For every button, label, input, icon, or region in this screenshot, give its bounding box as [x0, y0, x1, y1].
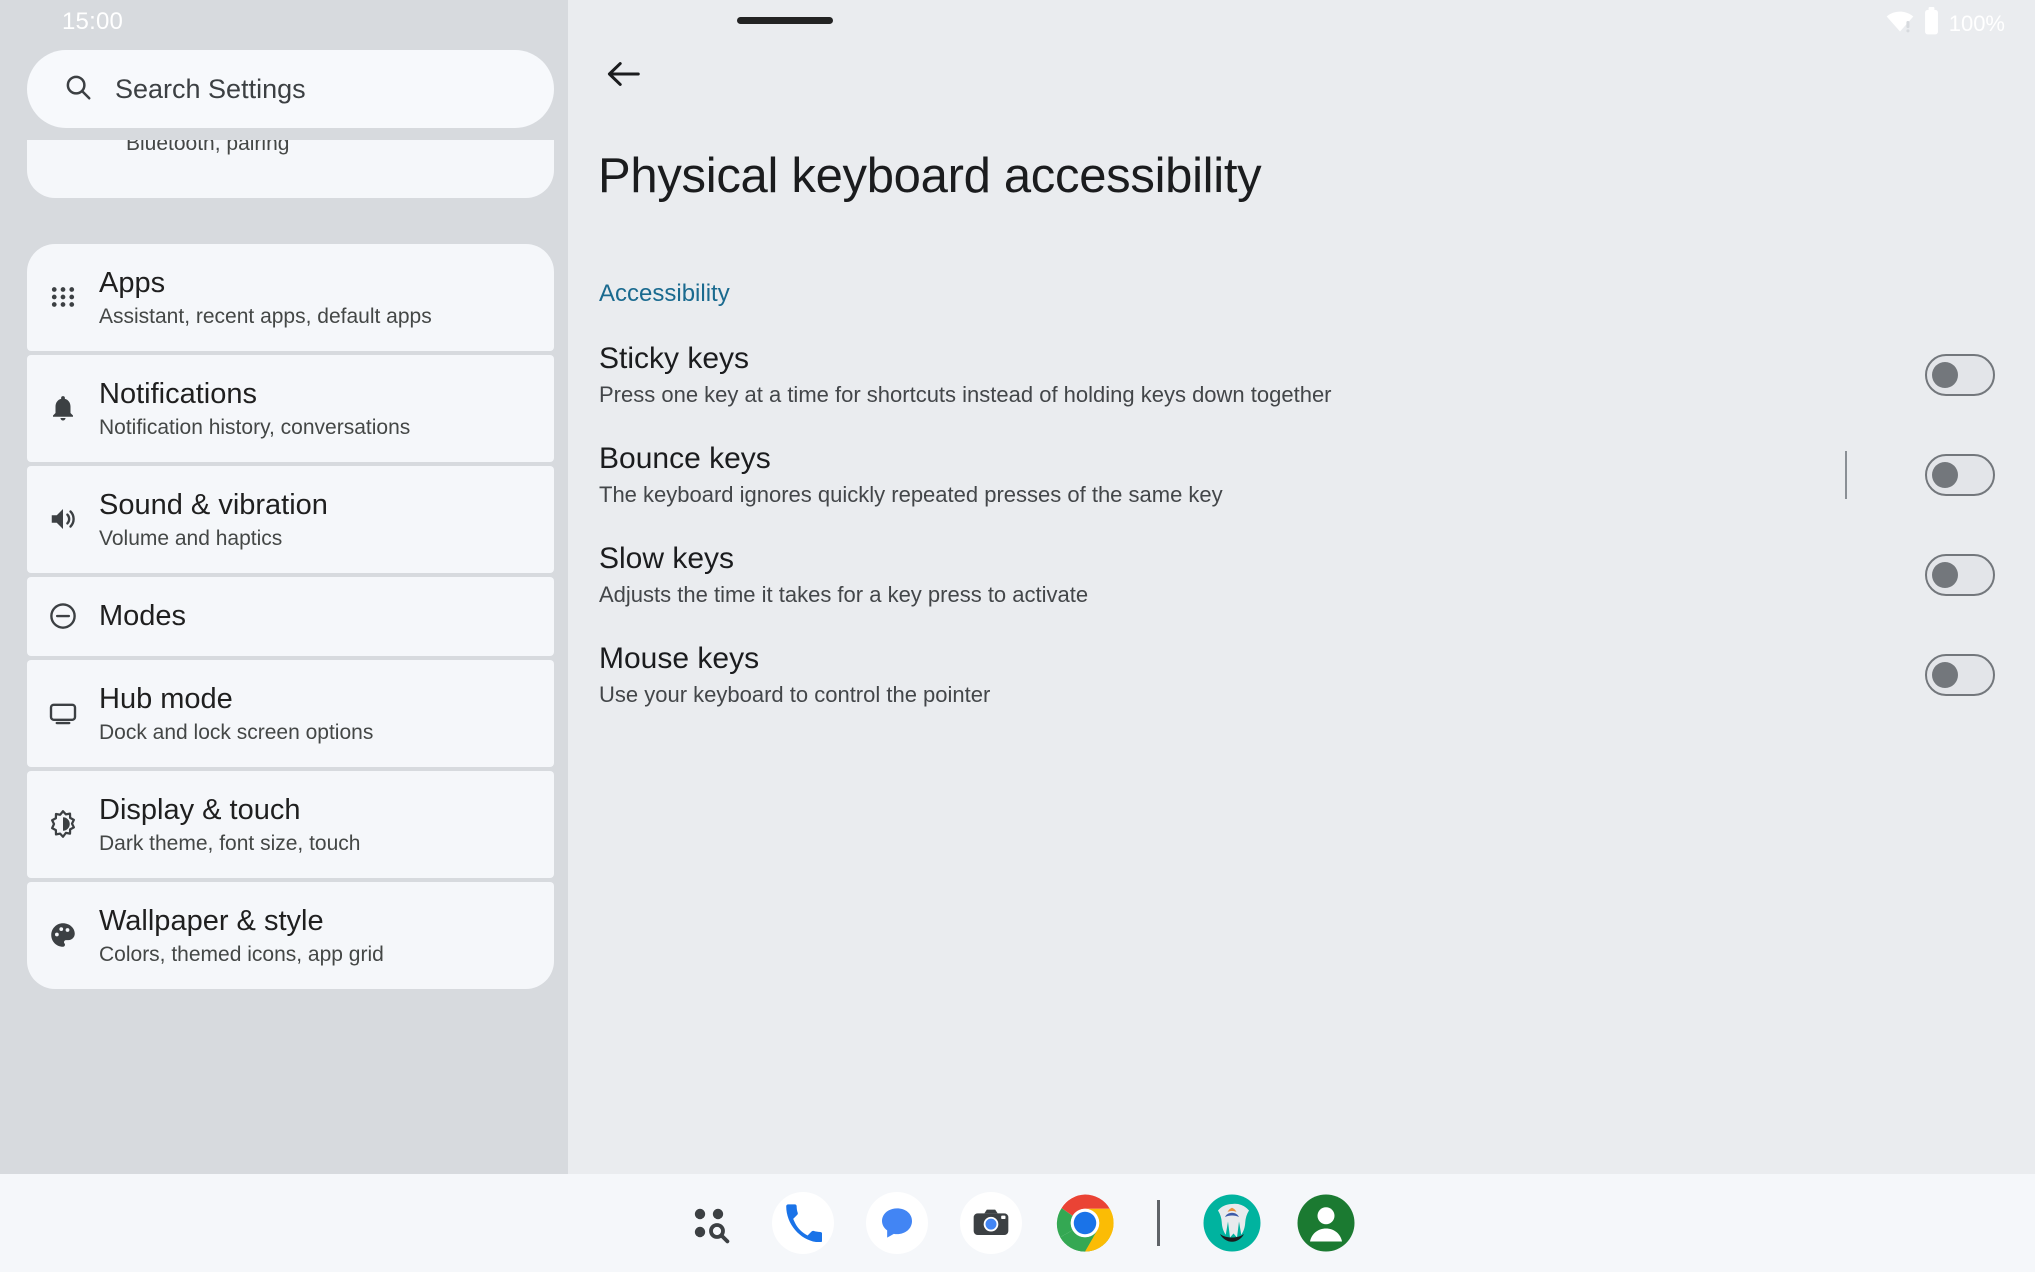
setting-row-sticky-keys[interactable]: Sticky keys Press one key at a time for …: [568, 325, 2035, 425]
setting-row-bounce-keys[interactable]: Bounce keys The keyboard ignores quickly…: [568, 425, 2035, 525]
sidebar-item-title: Modes: [99, 599, 187, 632]
setting-title: Mouse keys: [599, 641, 760, 675]
setting-title: Bounce keys: [599, 441, 771, 475]
main-content-panel: Physical keyboard accessibility Accessib…: [568, 0, 2035, 1174]
sidebar-nav-list: Bluetooth, pairing Apps Assistant, recen…: [27, 140, 554, 993]
sidebar-item-hub-mode[interactable]: Hub mode Dock and lock screen options: [27, 659, 554, 767]
toggle-knob: [1932, 362, 1958, 388]
taskbar-divider: [1157, 1200, 1160, 1246]
brightness-icon: [27, 809, 99, 839]
all-apps-search-icon[interactable]: [677, 1191, 741, 1255]
toggle-knob: [1932, 562, 1958, 588]
setting-control: [1815, 554, 2035, 596]
sidebar-item-subtitle: Assistant, recent apps, default apps: [99, 304, 432, 328]
setting-subtitle: Press one key at a time for shortcuts in…: [599, 382, 1332, 408]
palette-icon: [27, 920, 99, 950]
search-input[interactable]: Search Settings: [115, 74, 306, 105]
setting-divider: [1845, 451, 1847, 499]
setting-title: Slow keys: [599, 541, 735, 575]
sidebar-item-title: Apps: [99, 267, 166, 299]
sidebar-item-subtitle: Colors, themed icons, app grid: [99, 942, 384, 966]
magisk-app-icon[interactable]: [1200, 1191, 1264, 1255]
setting-control: [1815, 451, 2035, 499]
setting-texts: Mouse keys Use your keyboard to control …: [599, 642, 1815, 709]
bell-icon: [27, 393, 99, 423]
setting-subtitle: Use your keyboard to control the pointer: [599, 682, 991, 708]
settings-sidebar: Search Settings Bluetooth, pairing Apps …: [0, 0, 568, 1174]
apps-grid-icon: [27, 282, 99, 312]
sidebar-item-connected-devices-partial[interactable]: Bluetooth, pairing: [27, 140, 554, 198]
sidebar-item-subtitle: Dock and lock screen options: [99, 720, 374, 744]
setting-row-mouse-keys[interactable]: Mouse keys Use your keyboard to control …: [568, 625, 2035, 725]
sidebar-item-subtitle: Volume and haptics: [99, 526, 283, 550]
sidebar-item-subtitle: Notification history, conversations: [99, 415, 411, 439]
search-icon: [63, 72, 93, 107]
toggle-knob: [1932, 462, 1958, 488]
android-settings-screen: 15:00 100% Search Settings Bluetooth, pa…: [0, 0, 2035, 1272]
taskbar: [0, 1174, 2035, 1272]
sticky-keys-toggle[interactable]: [1925, 354, 1995, 396]
sidebar-item-title: Display & touch: [99, 793, 301, 826]
sidebar-item-modes[interactable]: Modes: [27, 576, 554, 656]
setting-control: [1815, 354, 2035, 396]
chrome-app-icon[interactable]: [1053, 1191, 1117, 1255]
setting-texts: Sticky keys Press one key at a time for …: [599, 342, 1815, 409]
bounce-keys-toggle[interactable]: [1925, 454, 1995, 496]
slow-keys-toggle[interactable]: [1925, 554, 1995, 596]
sidebar-item-label: Bluetooth, pairing: [126, 140, 290, 155]
setting-texts: Bounce keys The keyboard ignores quickly…: [599, 442, 1815, 509]
sidebar-item-title: Notifications: [99, 377, 257, 410]
back-arrow-icon: [605, 58, 643, 95]
speaker-icon: [27, 504, 99, 534]
contacts-app-icon[interactable]: [1294, 1191, 1358, 1255]
settings-list: Sticky keys Press one key at a time for …: [568, 325, 2035, 725]
setting-subtitle: The keyboard ignores quickly repeated pr…: [599, 482, 1223, 508]
back-button[interactable]: [600, 52, 648, 100]
sidebar-item-notifications[interactable]: Notifications Notification history, conv…: [27, 354, 554, 462]
phone-app-icon[interactable]: [771, 1191, 835, 1255]
page-title: Physical keyboard accessibility: [598, 149, 1262, 203]
mouse-keys-toggle[interactable]: [1925, 654, 1995, 696]
sidebar-item-title: Sound & vibration: [99, 488, 328, 521]
sidebar-item-title: Wallpaper & style: [99, 904, 324, 937]
minus-circle-icon: [27, 601, 99, 631]
setting-row-slow-keys[interactable]: Slow keys Adjusts the time it takes for …: [568, 525, 2035, 625]
camera-app-icon[interactable]: [959, 1191, 1023, 1255]
window-drag-handle[interactable]: [737, 17, 833, 24]
search-settings-bar[interactable]: Search Settings: [27, 50, 554, 128]
sidebar-item-subtitle: Dark theme, font size, touch: [99, 831, 361, 855]
sidebar-item-wallpaper-style[interactable]: Wallpaper & style Colors, themed icons, …: [27, 881, 554, 989]
toggle-knob: [1932, 662, 1958, 688]
section-header-accessibility: Accessibility: [599, 280, 730, 307]
sidebar-item-apps[interactable]: Apps Assistant, recent apps, default app…: [27, 244, 554, 351]
sidebar-item-display-touch[interactable]: Display & touch Dark theme, font size, t…: [27, 770, 554, 878]
sidebar-item-title: Hub mode: [99, 682, 233, 715]
setting-subtitle: Adjusts the time it takes for a key pres…: [599, 582, 1089, 608]
setting-control: [1815, 654, 2035, 696]
messages-app-icon[interactable]: [865, 1191, 929, 1255]
setting-title: Sticky keys: [599, 341, 750, 375]
setting-texts: Slow keys Adjusts the time it takes for …: [599, 542, 1815, 609]
sidebar-item-sound-vibration[interactable]: Sound & vibration Volume and haptics: [27, 465, 554, 573]
monitor-icon: [27, 698, 99, 728]
